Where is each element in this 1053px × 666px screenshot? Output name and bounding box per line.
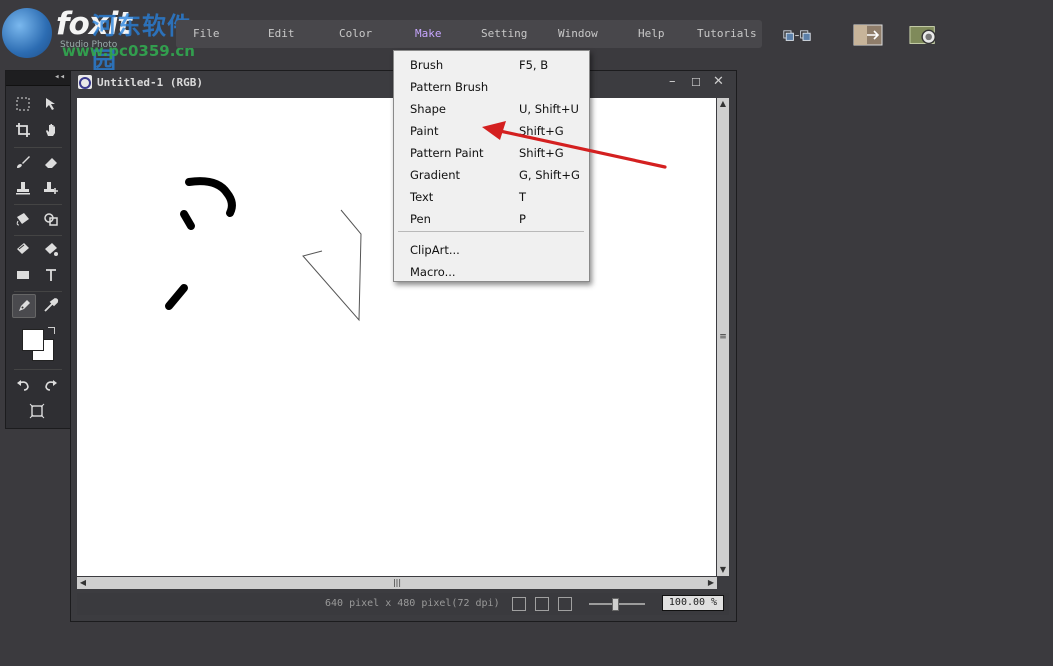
menu-item-label: Brush bbox=[410, 58, 444, 72]
brush-stroke bbox=[185, 177, 236, 217]
eraser-icon[interactable] bbox=[40, 151, 62, 173]
zoom-field[interactable]: 100.00 % bbox=[662, 595, 724, 611]
brush-icon[interactable] bbox=[12, 151, 34, 173]
status-bar: 640 pixel x 480 pixel(72 dpi) 100.00 % bbox=[77, 593, 729, 615]
menu-item-shortcut: P bbox=[519, 212, 526, 226]
move-icon[interactable] bbox=[40, 93, 62, 115]
stamp-icon[interactable] bbox=[12, 177, 34, 199]
menu-item-label: Text bbox=[410, 190, 434, 204]
menu-item-shortcut: Shift+G bbox=[519, 146, 564, 160]
menu-make[interactable]: Make bbox=[415, 27, 442, 40]
app-logo: foxit Studio Photo 河东软件园 www.pc0359.cn bbox=[0, 0, 200, 75]
fit-icon[interactable] bbox=[26, 400, 48, 422]
menubar: File Edit Color Make Setting Window Help… bbox=[176, 20, 762, 48]
menu-item-shortcut: F5, B bbox=[519, 58, 549, 72]
image-size-text: 640 pixel x 480 pixel(72 dpi) bbox=[325, 598, 500, 609]
brush-stroke bbox=[165, 284, 188, 310]
menu-item-label: ClipArt... bbox=[410, 243, 460, 257]
clone-stamp-icon[interactable] bbox=[40, 177, 62, 199]
rectangle-icon[interactable] bbox=[12, 264, 34, 286]
image-resize-icon[interactable] bbox=[853, 24, 883, 46]
crop-icon[interactable] bbox=[12, 119, 34, 141]
menu-setting[interactable]: Setting bbox=[481, 27, 527, 40]
redo-icon[interactable] bbox=[40, 374, 62, 396]
menu-item-clipart[interactable]: ClipArt... bbox=[394, 238, 589, 260]
toolbox-divider bbox=[14, 235, 62, 236]
collapse-icon[interactable]: ◂◂ bbox=[54, 72, 65, 82]
menu-item-shortcut: G, Shift+G bbox=[519, 168, 580, 182]
actual-size-icon[interactable] bbox=[535, 597, 549, 611]
menu-item-pattern-paint[interactable]: Pattern Paint Shift+G bbox=[394, 141, 589, 163]
toolbox-divider bbox=[14, 147, 62, 148]
scroll-up-icon[interactable]: ▲ bbox=[717, 98, 729, 110]
toolbox-header: ◂◂ bbox=[6, 71, 70, 86]
menu-item-label: Pen bbox=[410, 212, 431, 226]
menu-window[interactable]: Window bbox=[558, 27, 598, 40]
maximize-icon[interactable]: ☐ bbox=[691, 76, 701, 89]
eyedropper-icon[interactable] bbox=[40, 294, 62, 316]
menu-item-brush[interactable]: Brush F5, B bbox=[394, 53, 589, 75]
full-screen-icon[interactable] bbox=[558, 597, 572, 611]
vertical-scrollbar[interactable]: ▲ ≡ ▼ bbox=[717, 98, 729, 576]
menu-edit[interactable]: Edit bbox=[268, 27, 295, 40]
scroll-right-icon[interactable]: ▶ bbox=[705, 577, 717, 589]
toolbox-divider bbox=[14, 204, 62, 205]
menu-item-shortcut: U, Shift+U bbox=[519, 102, 579, 116]
menu-item-gradient[interactable]: Gradient G, Shift+G bbox=[394, 163, 589, 185]
toolbox-divider bbox=[14, 369, 62, 370]
menu-item-label: Macro... bbox=[410, 265, 456, 279]
toolbox-divider bbox=[14, 291, 62, 292]
menu-item-label: Gradient bbox=[410, 168, 461, 182]
menu-item-macro[interactable]: Macro... bbox=[394, 260, 589, 282]
shape-select-icon[interactable] bbox=[40, 208, 62, 230]
undo-icon[interactable] bbox=[12, 374, 34, 396]
pen-icon[interactable] bbox=[12, 294, 36, 318]
swap-colors-icon[interactable] bbox=[48, 327, 55, 334]
make-menu-dropdown: Brush F5, B Pattern Brush Shape U, Shift… bbox=[393, 50, 590, 282]
menu-item-shortcut: T bbox=[519, 190, 527, 204]
rect-select-icon[interactable] bbox=[12, 93, 34, 115]
menu-tutorials[interactable]: Tutorials bbox=[697, 27, 757, 40]
foxit-logo-icon bbox=[2, 8, 52, 58]
menu-item-label: Shape bbox=[410, 102, 447, 116]
menu-help[interactable]: Help bbox=[638, 27, 665, 40]
document-title: Untitled-1 (RGB) bbox=[97, 76, 203, 89]
menu-color[interactable]: Color bbox=[339, 27, 372, 40]
fit-window-icon[interactable] bbox=[512, 597, 526, 611]
scroll-left-icon[interactable]: ◀ bbox=[77, 577, 89, 589]
menu-item-label: Pattern Paint bbox=[410, 146, 484, 160]
camera-lens-icon[interactable] bbox=[909, 24, 939, 46]
fill-icon[interactable] bbox=[40, 238, 62, 260]
close-icon[interactable]: ✕ bbox=[713, 74, 724, 89]
menu-item-label: Paint bbox=[410, 124, 439, 138]
menu-item-text[interactable]: Text T bbox=[394, 185, 589, 207]
pen-stroke bbox=[302, 209, 362, 322]
menu-divider bbox=[398, 231, 584, 232]
menu-item-shortcut: Shift+G bbox=[519, 124, 564, 138]
minimize-icon[interactable]: – bbox=[669, 74, 676, 89]
window-cascade-icon[interactable] bbox=[782, 24, 812, 46]
scroll-grip-icon[interactable]: ≡ bbox=[717, 331, 729, 343]
menu-item-pen[interactable]: Pen P bbox=[394, 207, 589, 229]
menu-file[interactable]: File bbox=[193, 27, 220, 40]
menu-item-paint[interactable]: Paint Shift+G bbox=[394, 119, 589, 141]
bucket-icon[interactable] bbox=[12, 208, 34, 230]
foreground-color-swatch[interactable] bbox=[22, 329, 44, 351]
horizontal-scrollbar[interactable]: ◀ ||| ▶ bbox=[77, 577, 717, 589]
pattern-brush-icon[interactable] bbox=[12, 238, 34, 260]
menu-item-label: Pattern Brush bbox=[410, 80, 489, 94]
hand-icon[interactable] bbox=[40, 119, 62, 141]
brush-stroke bbox=[180, 210, 195, 230]
document-icon bbox=[78, 75, 92, 89]
color-swatches[interactable] bbox=[20, 327, 56, 363]
scroll-grip-icon[interactable]: ||| bbox=[391, 577, 403, 589]
menu-item-shape[interactable]: Shape U, Shift+U bbox=[394, 97, 589, 119]
scroll-down-icon[interactable]: ▼ bbox=[717, 564, 729, 576]
zoom-slider-thumb[interactable] bbox=[612, 598, 619, 611]
text-icon[interactable] bbox=[40, 264, 62, 286]
toolbox-panel: ◂◂ bbox=[5, 70, 71, 429]
menu-item-pattern-brush[interactable]: Pattern Brush bbox=[394, 75, 589, 97]
